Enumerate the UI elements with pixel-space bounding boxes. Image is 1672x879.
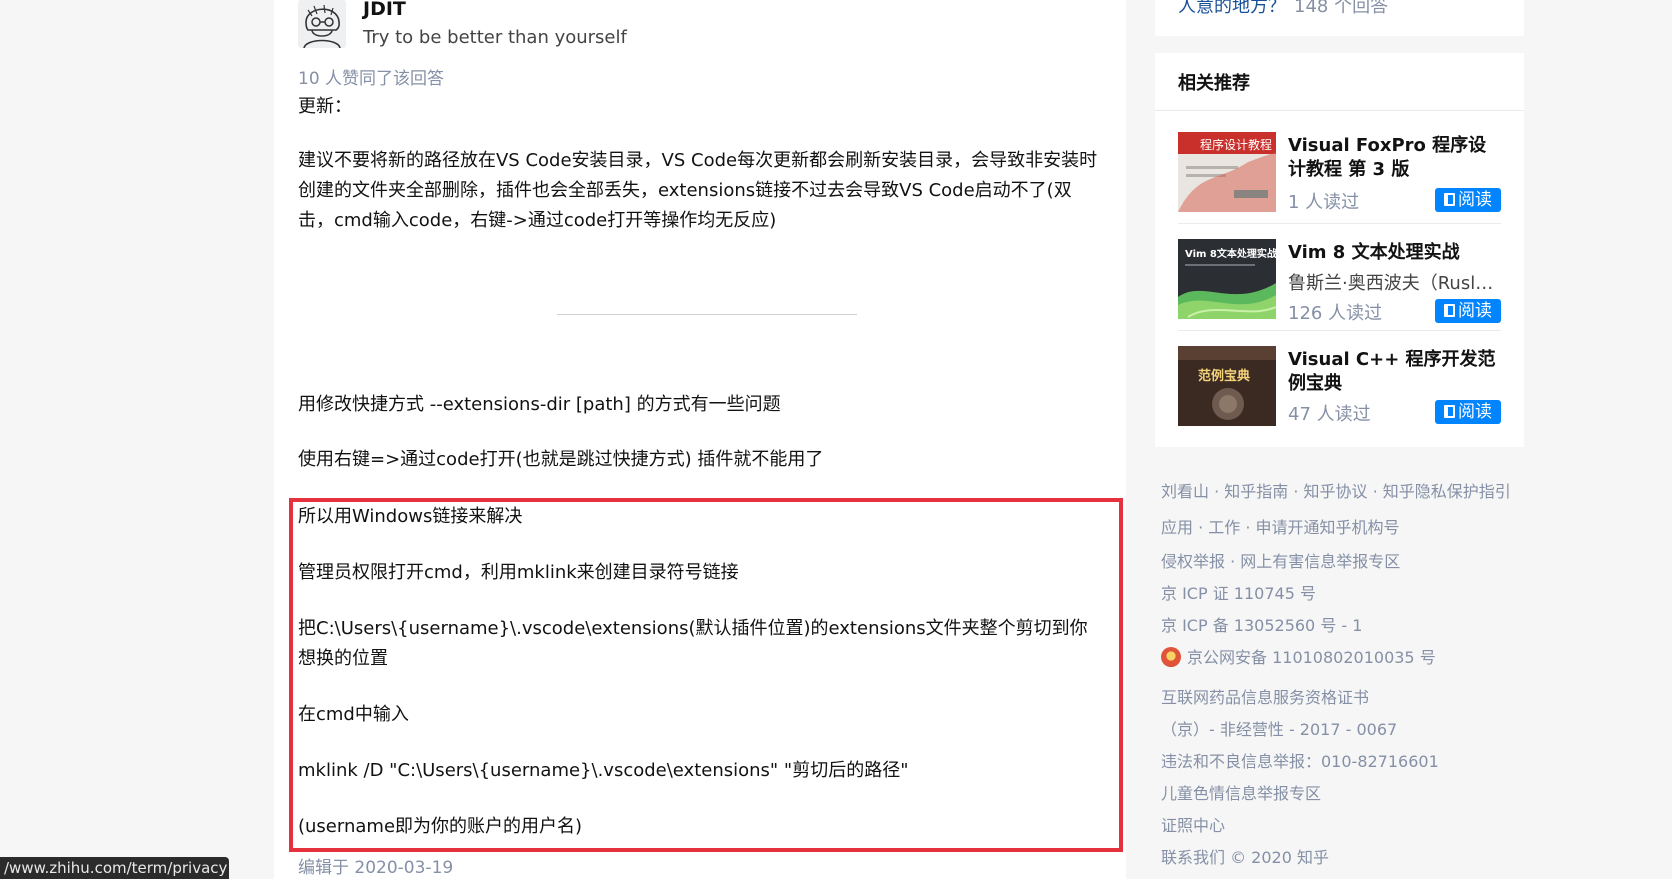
- book-divider: [1178, 223, 1501, 224]
- content-divider: [557, 314, 857, 315]
- book-read-count: 126 人读过: [1288, 303, 1383, 324]
- read-button-label: 阅读: [1458, 301, 1492, 321]
- book-icon: [1444, 405, 1455, 418]
- related-question-card: 人意的地方？ 148 个回答: [1155, 0, 1524, 36]
- answer-paragraph: (username即为你的账户的用户名): [298, 816, 583, 837]
- answer-paragraph: mklink /D "C:\Users\{username}\.vscode\e…: [298, 760, 909, 781]
- book-icon: [1444, 193, 1455, 206]
- read-button[interactable]: 阅读: [1435, 400, 1501, 424]
- status-bar-url: /www.zhihu.com/term/privacy: [0, 857, 229, 879]
- book-title[interactable]: Vim 8 文本处理实战: [1288, 241, 1503, 265]
- book-author: 鲁斯兰·奥西波夫（Ruslan Osipov）: [1288, 273, 1500, 294]
- avatar-sketch-icon: [298, 0, 346, 48]
- answer-paragraph: 更新：: [298, 96, 352, 117]
- footer-report[interactable]: 违法和不良信息举报：010-82716601: [1161, 748, 1439, 772]
- answer-paragraph: 管理员权限打开cmd，利用mklink来创建目录符号链接: [298, 562, 739, 583]
- footer-child-report[interactable]: 儿童色情信息举报专区: [1161, 780, 1321, 804]
- read-button[interactable]: 阅读: [1435, 299, 1501, 323]
- footer-certificates[interactable]: 证照中心: [1161, 812, 1225, 836]
- book-title[interactable]: Visual C++ 程序开发范例宝典: [1288, 348, 1503, 396]
- vote-count: 10 人赞同了该回答: [298, 69, 445, 89]
- footer-icp-record[interactable]: 京 ICP 备 13052560 号 - 1: [1161, 612, 1362, 636]
- read-button-label: 阅读: [1458, 190, 1492, 210]
- footer-police-record[interactable]: 京公网安备 11010802010035 号: [1161, 644, 1436, 668]
- footer-police-text: 京公网安备 11010802010035 号: [1187, 648, 1436, 667]
- answer-paragraph: 在cmd中输入: [298, 704, 409, 725]
- footer-contact[interactable]: 联系我们 © 2020 知乎: [1161, 844, 1329, 868]
- read-button-label: 阅读: [1458, 402, 1492, 422]
- author-name[interactable]: JDIT: [363, 0, 406, 20]
- related-question-count: 148 个回答: [1294, 0, 1389, 17]
- recommend-title: 相关推荐: [1178, 73, 1250, 94]
- book-cover[interactable]: Vim 8文本处理实战: [1178, 239, 1276, 319]
- book-cover[interactable]: 范例宝典: [1178, 346, 1276, 426]
- police-badge-icon: [1161, 647, 1181, 667]
- book-item[interactable]: Vim 8文本处理实战 Vim 8 文本处理实战 鲁斯兰·奥西波夫（Ruslan…: [1178, 239, 1503, 324]
- book-icon: [1444, 304, 1455, 317]
- author-headline: Try to be better than yourself: [363, 27, 627, 48]
- footer-links[interactable]: 刘看山 · 知乎指南 · 知乎协议 · 知乎隐私保护指引: [1161, 478, 1511, 502]
- book-item[interactable]: 范例宝典 Visual C++ 程序开发范例宝典 47 人读过 阅读: [1178, 346, 1501, 428]
- related-question-text: 人意的地方？: [1178, 0, 1286, 17]
- answer-paragraph: 用修改快捷方式 --extensions-dir [path] 的方式有一些问题: [298, 394, 781, 415]
- book-cover-title: 范例宝典: [1198, 368, 1250, 384]
- book-cover-title: Vim 8文本处理实战: [1185, 247, 1276, 260]
- book-divider: [1178, 330, 1501, 331]
- book-read-count: 47 人读过: [1288, 404, 1371, 425]
- read-button[interactable]: 阅读: [1435, 188, 1501, 212]
- edited-time[interactable]: 编辑于 2020-03-19: [298, 853, 453, 878]
- book-cover-title: 程序设计教程: [1200, 137, 1272, 152]
- related-question-link[interactable]: 人意的地方？ 148 个回答: [1178, 0, 1388, 18]
- recommend-header-divider: [1155, 110, 1524, 111]
- author-avatar[interactable]: [298, 0, 346, 48]
- answer-paragraph: 所以用Windows链接来解决: [298, 506, 523, 527]
- book-title[interactable]: Visual FoxPro 程序设计教程 第 3 版: [1288, 134, 1503, 182]
- footer-license: （京）- 非经营性 - 2017 - 0067: [1161, 720, 1398, 739]
- footer-links[interactable]: 侵权举报 · 网上有害信息举报专区: [1161, 548, 1400, 572]
- answer-paragraph: 建议不要将新的路径放在VS Code安装目录，VS Code每次更新都会刷新安装…: [298, 150, 1098, 231]
- red-highlight-box: [289, 498, 1123, 852]
- recommend-card: 相关推荐 程序设计教程 Visual FoxPro 程序设计教程 第 3 版 1…: [1155, 53, 1524, 447]
- answer-paragraph: 把C:\Users\{username}\.vscode\extensions(…: [298, 618, 1088, 669]
- footer-icp-cert[interactable]: 京 ICP 证 110745 号: [1161, 580, 1316, 604]
- footer-drug-cert[interactable]: 互联网药品信息服务资格证书: [1161, 684, 1369, 708]
- footer-links[interactable]: 应用 · 工作 · 申请开通知乎机构号: [1161, 514, 1400, 538]
- book-read-count: 1 人读过: [1288, 192, 1360, 213]
- book-cover[interactable]: 程序设计教程: [1178, 132, 1276, 212]
- book-item[interactable]: 程序设计教程 Visual FoxPro 程序设计教程 第 3 版 1 人读过 …: [1178, 132, 1501, 214]
- answer-card: JDIT Try to be better than yourself 10 人…: [274, 0, 1126, 879]
- answer-paragraph: 使用右键=>通过code打开(也就是跳过快捷方式) 插件就不能用了: [298, 449, 824, 470]
